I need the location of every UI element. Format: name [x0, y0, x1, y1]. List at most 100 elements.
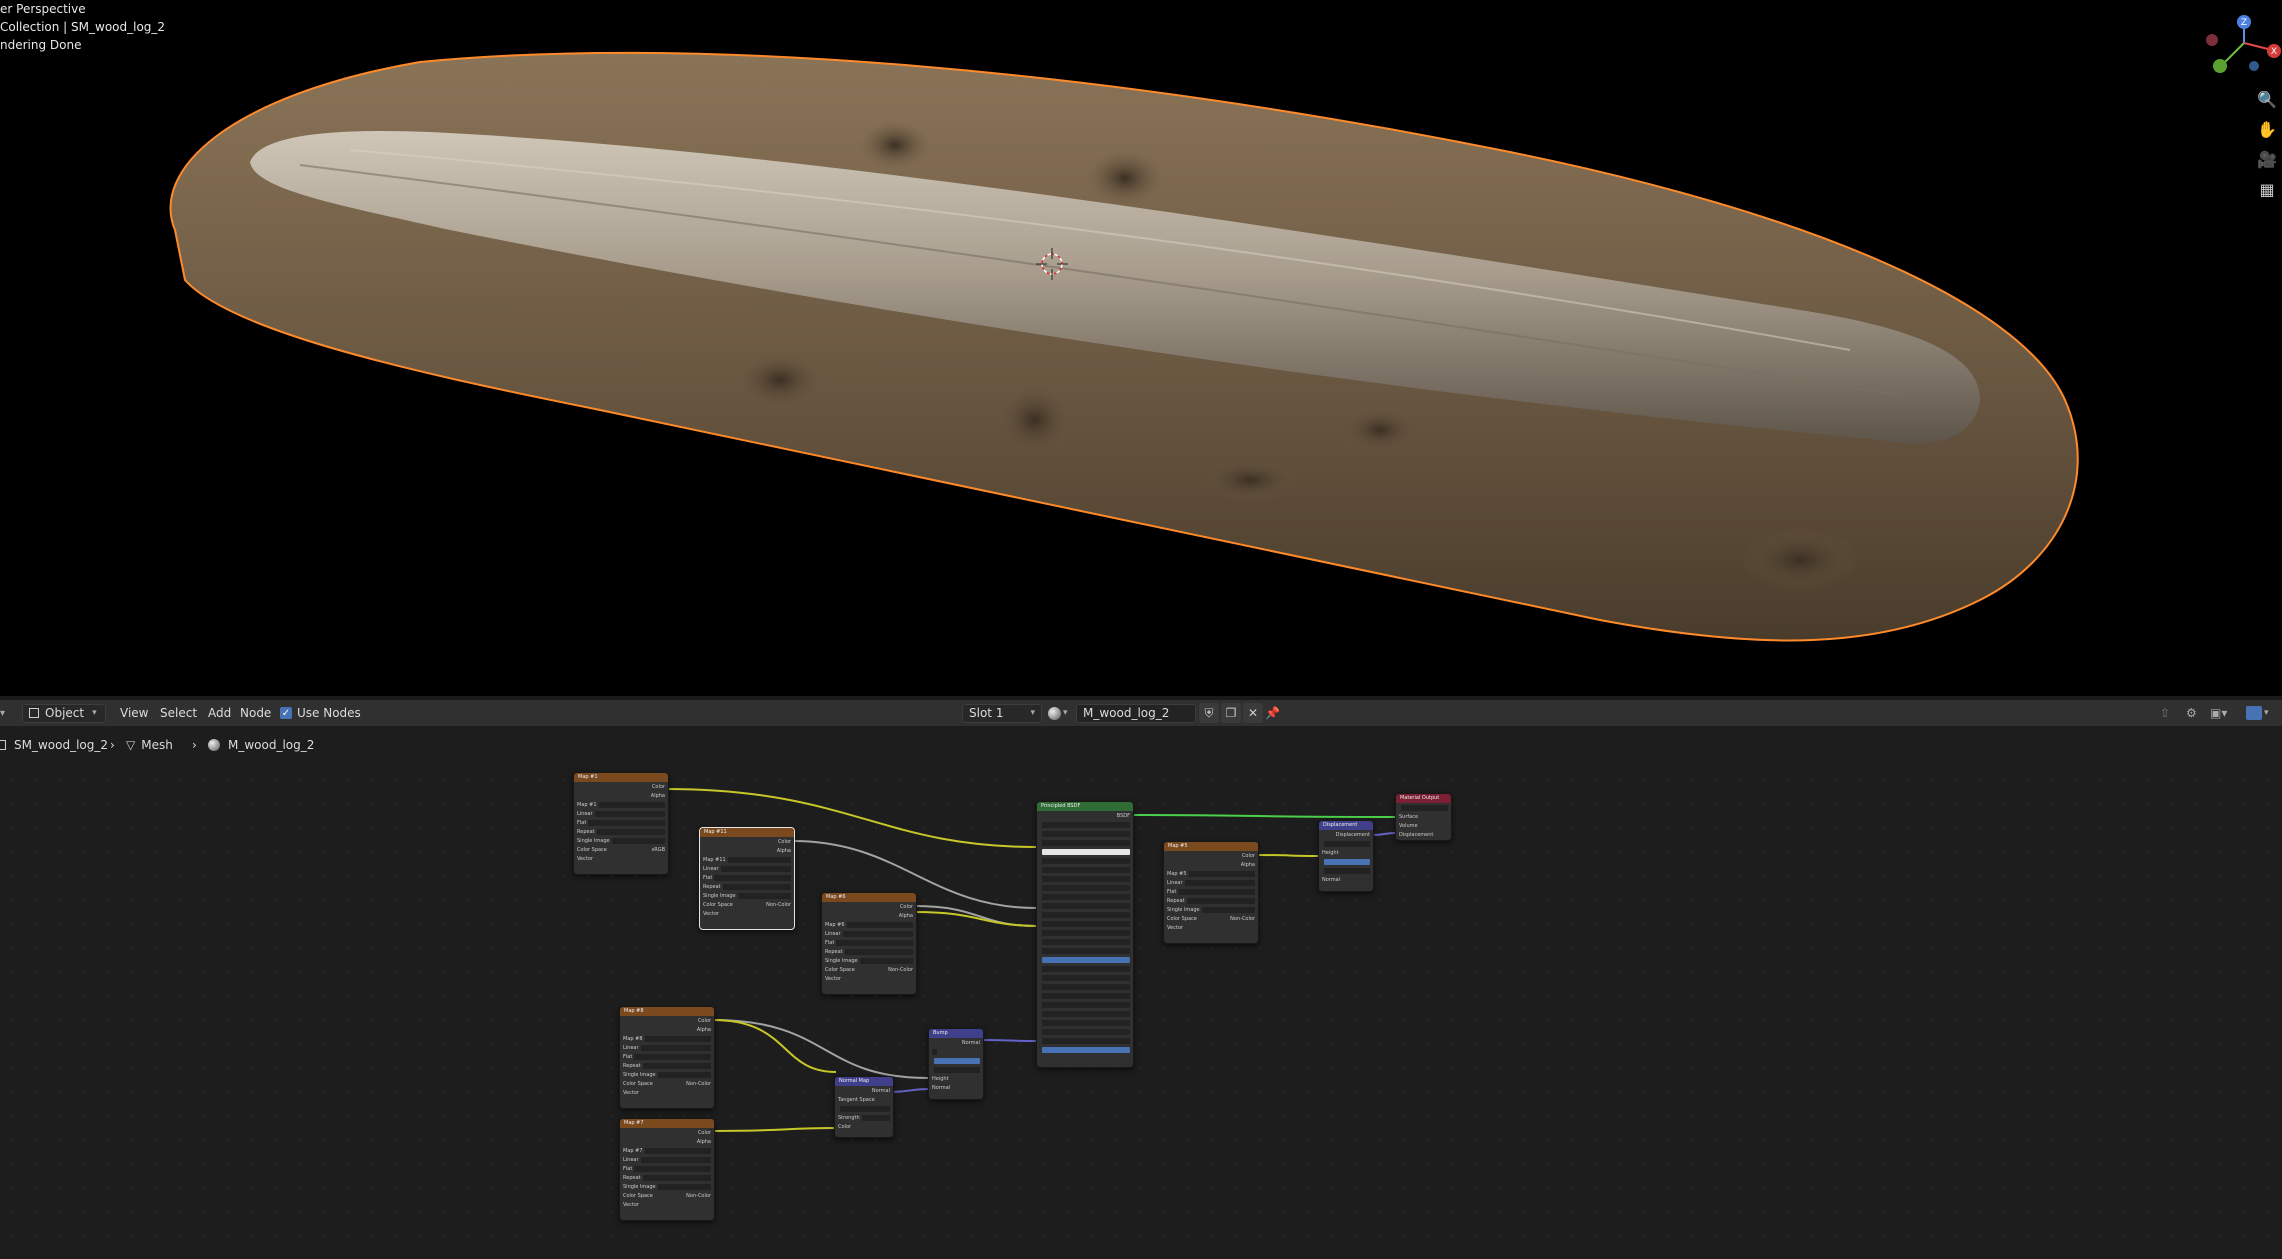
interpolation-select[interactable]: Linear — [1167, 878, 1255, 887]
pan-hand-icon[interactable]: ✋ — [2254, 116, 2280, 142]
source-select[interactable]: Single Image — [577, 836, 665, 845]
image-texture-node-map7[interactable]: Map #7 Color Alpha Map #7 Linear Flat Re… — [619, 1118, 715, 1221]
projection-select[interactable]: Flat — [623, 1052, 711, 1061]
bsdf-input-row[interactable] — [1040, 856, 1130, 865]
grid-ortho-icon[interactable]: ▦ — [2254, 176, 2280, 202]
normal-map-node[interactable]: Normal Map Normal Tangent Space Strength… — [834, 1076, 894, 1138]
colorspace-select[interactable]: Color Space Non-Color — [1167, 914, 1255, 923]
image-texture-node-map6[interactable]: Map #6 Color Alpha Map #6 Linear Flat Re… — [821, 892, 917, 995]
duplicate-material-icon[interactable]: ❐ — [1221, 703, 1241, 723]
sidebar-toggle-icon[interactable]: ▾ — [2246, 703, 2269, 723]
target-select[interactable] — [1399, 803, 1448, 812]
bsdf-input-row[interactable] — [1040, 1009, 1130, 1018]
strength-field[interactable] — [932, 1056, 980, 1065]
interpolation-select[interactable]: Linear — [623, 1043, 711, 1052]
displacement-node[interactable]: Displacement Displacement Height Normal — [1318, 820, 1374, 892]
source-select[interactable]: Single Image — [703, 891, 791, 900]
projection-select[interactable]: Flat — [1167, 887, 1255, 896]
interpolation-select[interactable]: Linear — [703, 864, 791, 873]
bsdf-input-row[interactable] — [1040, 883, 1130, 892]
projection-select[interactable]: Flat — [577, 818, 665, 827]
bsdf-input-row[interactable] — [1040, 973, 1130, 982]
image-selector[interactable]: Map #5 — [1167, 869, 1255, 878]
strength-field[interactable]: Strength — [838, 1113, 890, 1122]
extension-select[interactable]: Repeat — [825, 947, 913, 956]
bsdf-input-row[interactable] — [1040, 865, 1130, 874]
projection-select[interactable]: Flat — [825, 938, 913, 947]
bsdf-input-row[interactable] — [1040, 946, 1130, 955]
image-texture-node-map11[interactable]: Map #11 Color Alpha Map #11 Linear Flat … — [699, 827, 795, 930]
colorspace-select[interactable]: Color Space Non-Color — [623, 1079, 711, 1088]
colorspace-select[interactable]: Color Space sRGB — [577, 845, 665, 854]
image-texture-node-map1[interactable]: Map #1 Color Alpha Map #1 Linear Flat Re… — [573, 772, 669, 875]
breadcrumb-material[interactable]: M_wood_log_2 — [208, 738, 314, 752]
shader-node-editor[interactable]: Map #1 Color Alpha Map #1 Linear Flat Re… — [0, 768, 2282, 1259]
menu-add[interactable]: Add — [208, 703, 231, 723]
bsdf-input-row[interactable] — [1040, 838, 1130, 847]
bsdf-input-row[interactable] — [1040, 901, 1130, 910]
breadcrumb-mesh[interactable]: ▽ Mesh — [126, 738, 173, 752]
fake-user-shield-icon[interactable]: ⛨ — [1199, 703, 1219, 723]
unlink-close-icon[interactable]: ✕ — [1243, 703, 1263, 723]
bsdf-input-row[interactable] — [1040, 937, 1130, 946]
parent-node-tree-icon[interactable]: ⇧ — [2160, 703, 2170, 723]
image-selector[interactable]: Map #11 — [703, 855, 791, 864]
editor-type-icon[interactable]: ▾ — [0, 703, 5, 723]
bsdf-input-row[interactable] — [1040, 964, 1130, 973]
projection-select[interactable]: Flat — [623, 1164, 711, 1173]
extension-select[interactable]: Repeat — [623, 1061, 711, 1070]
bsdf-input-row[interactable] — [1040, 820, 1130, 829]
bsdf-input-row[interactable] — [1040, 955, 1130, 964]
bsdf-input-row[interactable] — [1040, 1027, 1130, 1036]
uvmap-field[interactable] — [838, 1104, 890, 1113]
mode-dropdown[interactable]: Object ▾ — [22, 703, 106, 723]
extension-select[interactable]: Repeat — [623, 1173, 711, 1182]
bsdf-input-row[interactable] — [1040, 928, 1130, 937]
space-select[interactable] — [1322, 839, 1370, 848]
midlevel-field[interactable] — [1322, 857, 1370, 866]
pin-icon[interactable]: 📌 — [1265, 703, 1280, 723]
bsdf-input-row[interactable] — [1040, 892, 1130, 901]
bsdf-input-row[interactable] — [1040, 1000, 1130, 1009]
source-select[interactable]: Single Image — [623, 1182, 711, 1191]
bsdf-input-row[interactable] — [1040, 982, 1130, 991]
source-select[interactable]: Single Image — [1167, 905, 1255, 914]
image-selector[interactable]: Map #8 — [623, 1034, 711, 1043]
menu-select[interactable]: Select — [160, 703, 197, 723]
image-selector[interactable]: Map #1 — [577, 800, 665, 809]
bsdf-input-row[interactable] — [1040, 910, 1130, 919]
projection-select[interactable]: Flat — [703, 873, 791, 882]
material-name-field[interactable]: M_wood_log_2 — [1076, 703, 1196, 723]
bsdf-input-row[interactable] — [1040, 874, 1130, 883]
bsdf-input-row[interactable] — [1040, 829, 1130, 838]
image-texture-node-map8[interactable]: Map #8 Color Alpha Map #8 Linear Flat Re… — [619, 1006, 715, 1109]
image-texture-node-map5[interactable]: Map #5 Color Alpha Map #5 Linear Flat Re… — [1163, 841, 1259, 944]
camera-icon[interactable]: 🎥 — [2254, 146, 2280, 172]
bsdf-input-row[interactable] — [1040, 1036, 1130, 1045]
source-select[interactable]: Single Image — [825, 956, 913, 965]
bsdf-input-row[interactable] — [1040, 1018, 1130, 1027]
invert-checkbox[interactable] — [932, 1047, 980, 1056]
colorspace-select[interactable]: Color Space Non-Color — [623, 1191, 711, 1200]
colorspace-select[interactable]: Color Space Non-Color — [825, 965, 913, 974]
bsdf-input-row[interactable] — [1040, 991, 1130, 1000]
zoom-icon[interactable]: 🔍 — [2254, 86, 2280, 112]
interpolation-select[interactable]: Linear — [577, 809, 665, 818]
colorspace-select[interactable]: Color Space Non-Color — [703, 900, 791, 909]
3d-viewport[interactable]: er Perspective Collection | SM_wood_log_… — [0, 0, 2282, 696]
interpolation-select[interactable]: Linear — [825, 929, 913, 938]
bump-node[interactable]: Bump Normal Height Normal — [928, 1028, 984, 1100]
menu-view[interactable]: View — [120, 703, 148, 723]
menu-node[interactable]: Node — [240, 703, 271, 723]
source-select[interactable]: Single Image — [623, 1070, 711, 1079]
extension-select[interactable]: Repeat — [577, 827, 665, 836]
bsdf-input-row[interactable] — [1040, 919, 1130, 928]
use-nodes-toggle[interactable]: ✓ Use Nodes — [280, 703, 361, 723]
breadcrumb-object[interactable]: SM_wood_log_2 — [0, 738, 108, 752]
distance-field[interactable] — [932, 1065, 980, 1074]
material-output-node[interactable]: Material Output Surface Volume Displacem… — [1395, 793, 1452, 841]
extension-select[interactable]: Repeat — [1167, 896, 1255, 905]
interpolation-select[interactable]: Linear — [623, 1155, 711, 1164]
navigation-gizmo[interactable]: Z X — [2192, 8, 2282, 78]
principled-bsdf-node[interactable]: Principled BSDF BSDF — [1036, 801, 1134, 1068]
